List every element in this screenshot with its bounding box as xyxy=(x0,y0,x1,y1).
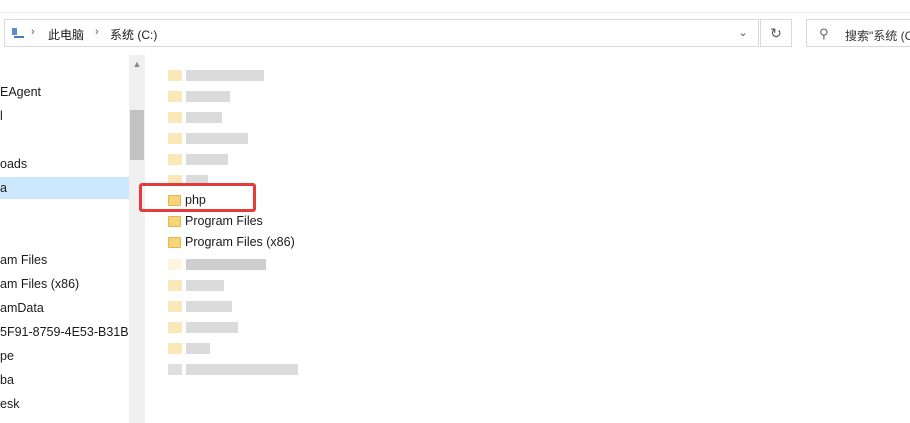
nav-item[interactable]: 5F91-8759-4E53-B31B xyxy=(0,321,129,343)
blurred-text xyxy=(186,91,230,102)
folder-icon xyxy=(168,112,182,123)
folder-name: Program Files xyxy=(185,214,263,228)
folder-icon xyxy=(168,216,181,228)
blurred-text xyxy=(186,259,266,270)
search-icon: ⚲ xyxy=(819,26,829,41)
nav-item[interactable]: esk xyxy=(0,393,19,415)
folder-row-program-files-x86[interactable]: Program Files (x86) xyxy=(168,232,295,252)
blurred-text xyxy=(186,322,238,333)
blurred-text xyxy=(186,70,264,81)
breadcrumb-drive-c[interactable]: 系统 (C:) xyxy=(110,26,157,43)
nav-item[interactable]: ba xyxy=(0,369,14,391)
folder-icon xyxy=(168,70,182,81)
highlight-box xyxy=(139,183,256,212)
blurred-text xyxy=(186,133,248,144)
nav-item[interactable]: pe xyxy=(0,345,14,367)
blurred-text xyxy=(186,280,224,291)
chevron-down-icon[interactable]: ⌄ xyxy=(735,25,751,41)
nav-item[interactable]: oads xyxy=(0,153,27,175)
folder-icon xyxy=(168,301,182,312)
refresh-icon: ↻ xyxy=(770,25,782,41)
blurred-text xyxy=(186,364,298,375)
search-placeholder: 搜索"系统 (C:)" xyxy=(845,29,910,43)
folder-name: Program Files (x86) xyxy=(185,235,295,249)
search-input[interactable]: ⚲ 搜索"系统 (C:)" xyxy=(806,19,910,47)
breadcrumb-this-pc[interactable]: 此电脑 xyxy=(48,26,84,43)
folder-icon xyxy=(168,91,182,102)
refresh-button[interactable]: ↻ xyxy=(760,19,792,47)
breadcrumb-separator-icon[interactable]: › xyxy=(31,26,35,38)
address-bar[interactable]: › 此电脑 › 系统 (C:) ⌄ xyxy=(4,19,759,47)
folder-icon xyxy=(168,237,181,249)
nav-item[interactable]: EAgent xyxy=(0,81,41,103)
nav-item[interactable]: am Files xyxy=(0,249,47,271)
nav-item[interactable]: l xyxy=(0,105,3,127)
nav-item[interactable]: am Files (x86) xyxy=(0,273,79,295)
blurred-text xyxy=(186,301,232,312)
blurred-text xyxy=(186,112,222,123)
folder-icon xyxy=(168,259,182,270)
navigation-pane: EAgent l oads a am Files am Files (x86) … xyxy=(0,55,129,423)
file-list: php Program Files Program Files (x86) xyxy=(146,55,910,423)
blurred-text xyxy=(186,343,210,354)
breadcrumb-separator-icon[interactable]: › xyxy=(95,26,99,38)
toolbar-divider xyxy=(0,12,910,13)
folder-icon xyxy=(168,133,182,144)
file-icon xyxy=(168,364,182,375)
this-pc-icon xyxy=(12,28,24,38)
nav-scrollbar[interactable]: ▲ xyxy=(129,55,145,423)
scrollbar-thumb[interactable] xyxy=(130,110,144,160)
folder-icon xyxy=(168,154,182,165)
scroll-up-icon[interactable]: ▲ xyxy=(129,55,145,73)
nav-item-selected[interactable]: a xyxy=(0,177,129,199)
blurred-text xyxy=(186,154,228,165)
nav-item[interactable]: amData xyxy=(0,297,44,319)
folder-icon xyxy=(168,322,182,333)
folder-row-program-files[interactable]: Program Files xyxy=(168,211,263,231)
folder-icon xyxy=(168,343,182,354)
folder-icon xyxy=(168,280,182,291)
address-row: › 此电脑 › 系统 (C:) ⌄ ↻ ⚲ 搜索"系统 (C:)" xyxy=(0,0,910,60)
